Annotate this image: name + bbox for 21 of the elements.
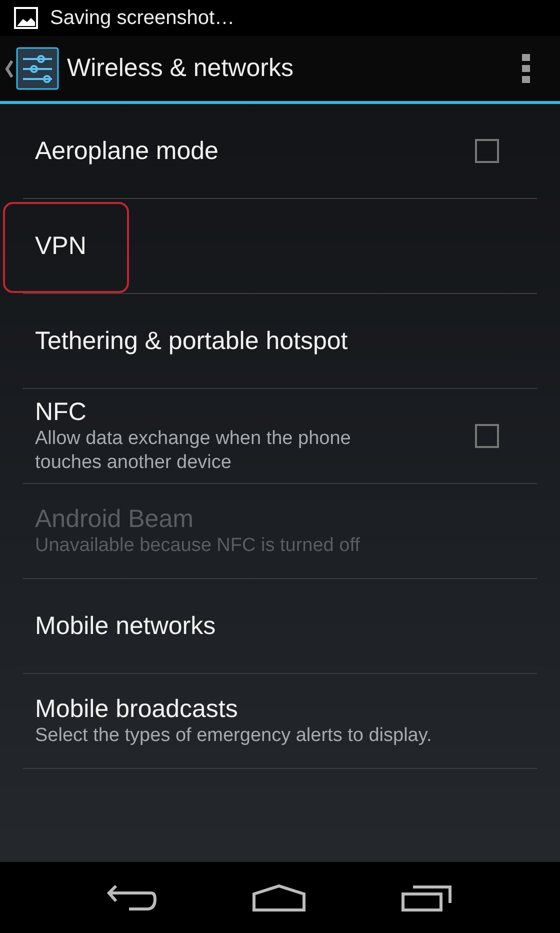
item-title[interactable]: Mobile broadcasts xyxy=(35,694,499,724)
up-button[interactable] xyxy=(4,47,59,90)
checkbox[interactable] xyxy=(475,139,499,163)
home-icon[interactable] xyxy=(252,884,306,912)
item-summary: Unavailable because NFC is turned off xyxy=(35,534,361,558)
item-summary: Select the types of emergency alerts to display. xyxy=(35,724,433,748)
item-title[interactable]: Aeroplane mode xyxy=(35,136,475,166)
item-title[interactable]: NFC xyxy=(35,397,475,427)
settings-sliders-icon xyxy=(16,47,59,90)
checkbox[interactable] xyxy=(475,424,499,448)
recent-apps-icon[interactable] xyxy=(400,884,453,912)
back-icon[interactable] xyxy=(107,884,158,910)
image-icon xyxy=(14,7,38,29)
item-title[interactable]: Mobile networks xyxy=(35,611,499,641)
notification-text: Saving screenshot… xyxy=(50,6,235,31)
screen-title: Wireless & networks xyxy=(67,52,294,84)
overflow-menu-icon[interactable] xyxy=(522,54,530,84)
item-summary: Allow data exchange when the phone touches another device xyxy=(35,427,352,475)
item-title[interactable]: VPN xyxy=(35,231,499,261)
back-chevron-icon xyxy=(4,58,14,78)
item-title[interactable]: Tethering & portable hotspot xyxy=(35,326,499,356)
